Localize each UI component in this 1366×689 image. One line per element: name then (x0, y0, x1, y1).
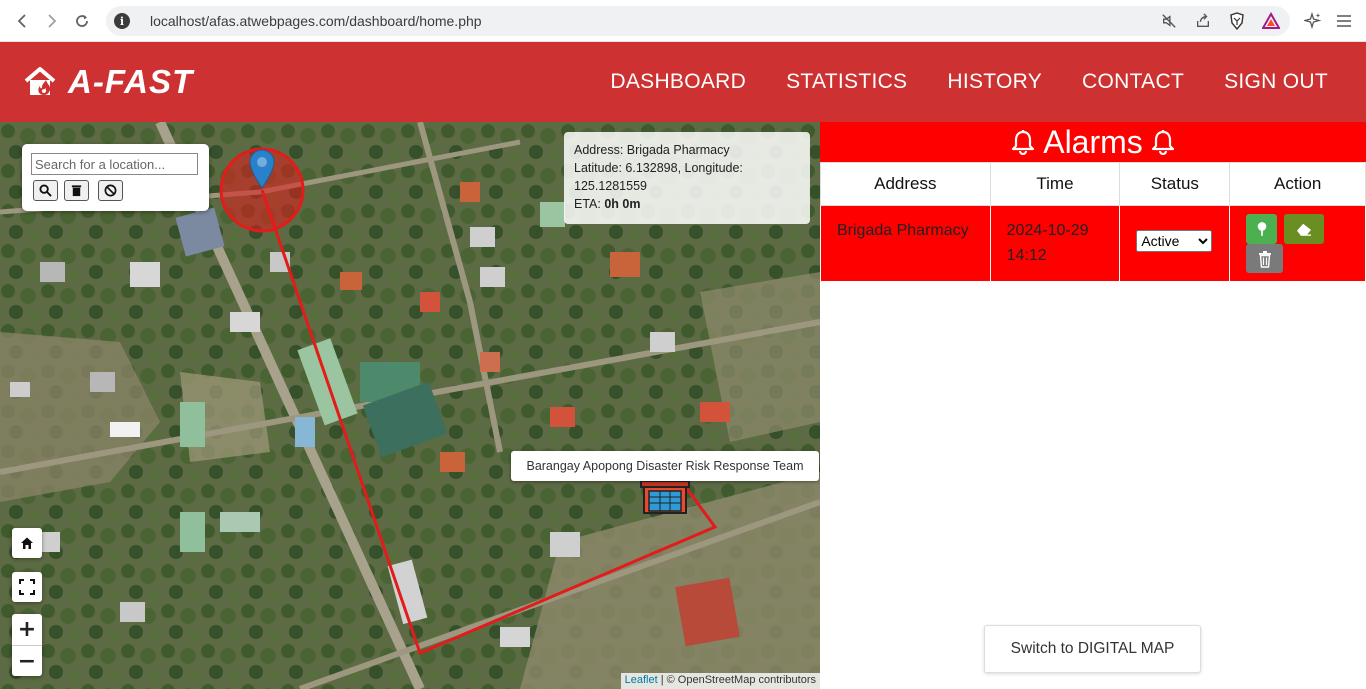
popup-eta-value: 0h 0m (604, 197, 641, 211)
fullscreen-button[interactable] (12, 572, 42, 602)
erase-button[interactable] (1283, 214, 1324, 244)
house-fire-icon (24, 67, 56, 95)
column-header-address: Address (820, 162, 991, 206)
ban-icon (104, 184, 117, 197)
delete-button[interactable] (1246, 244, 1284, 273)
team-tooltip: Barangay Apopong Disaster Risk Response … (511, 451, 819, 481)
mute-icon[interactable] (1160, 12, 1178, 30)
main-nav: DASHBOARD STATISTICS HISTORY CONTACT SIG… (610, 42, 1328, 122)
status-select[interactable]: Active (1136, 230, 1213, 252)
map-pin-icon (1257, 222, 1267, 236)
eraser-icon (1296, 223, 1311, 236)
nav-sign-out[interactable]: SIGN OUT (1224, 70, 1328, 94)
popup-latlng: Latitude: 6.132898, Longitude: 125.12815… (574, 161, 743, 193)
nav-statistics[interactable]: STATISTICS (786, 70, 907, 94)
alarm-address: Brigada Pharmacy (820, 205, 991, 282)
column-header-time: Time (989, 162, 1121, 206)
url-text: localhost/afas.atwebpages.com/dashboard/… (150, 13, 482, 29)
popup-address: Address: Brigada Pharmacy (574, 143, 730, 157)
table-row: Brigada Pharmacy 2024-10-29 14:12 Active (820, 205, 1366, 282)
popup-eta-label: ETA: (574, 197, 605, 211)
zoom-in-button[interactable]: + (12, 614, 42, 645)
alarms-panel: Alarms Address Time Status Action Brigad… (820, 122, 1366, 689)
bell-icon (1151, 130, 1174, 155)
site-info-icon[interactable]: i (114, 13, 130, 29)
back-icon[interactable] (8, 7, 36, 35)
alarm-action-cell (1229, 205, 1366, 282)
nav-contact[interactable]: CONTACT (1082, 70, 1184, 94)
forward-icon[interactable] (38, 7, 66, 35)
trash-icon (1258, 250, 1271, 268)
satellite-map[interactable]: Address: Brigada Pharmacy Latitude: 6.13… (0, 122, 820, 689)
popup-eta: ETA: 0h 0m (574, 195, 800, 213)
clear-search-button[interactable] (64, 180, 89, 201)
nav-history[interactable]: HISTORY (947, 70, 1042, 94)
menu-icon[interactable] (1336, 13, 1352, 33)
leaflet-link[interactable]: Leaflet (625, 674, 658, 686)
home-icon (21, 537, 33, 549)
trash-icon (71, 185, 82, 197)
fullscreen-icon (19, 579, 35, 595)
search-input[interactable] (31, 153, 198, 175)
locate-button[interactable] (1246, 214, 1278, 244)
share-icon[interactable] (1194, 12, 1212, 30)
search-button[interactable] (33, 180, 58, 201)
alarm-status-cell: Active (1119, 205, 1231, 282)
home-button[interactable] (12, 528, 42, 558)
nav-dashboard[interactable]: DASHBOARD (610, 70, 746, 94)
logo-text: A-FAST (68, 63, 194, 100)
cancel-search-button[interactable] (98, 180, 123, 201)
reload-icon[interactable] (68, 7, 96, 35)
location-info-popup: Address: Brigada Pharmacy Latitude: 6.13… (564, 132, 810, 224)
brave-shield-icon[interactable] (1228, 12, 1246, 30)
address-bar[interactable]: i localhost/afas.atwebpages.com/dashboar… (106, 6, 1290, 36)
browser-toolbar: i localhost/afas.atwebpages.com/dashboar… (0, 0, 1366, 42)
alarms-header: Alarms (820, 122, 1366, 162)
app-header: A-FAST DASHBOARD STATISTICS HISTORY CONT… (0, 42, 1366, 122)
leo-ai-icon[interactable] (1302, 11, 1322, 34)
column-header-status: Status (1119, 162, 1231, 206)
location-marker-icon[interactable] (249, 149, 275, 189)
alarm-time: 2024-10-29 14:12 (989, 205, 1121, 282)
logo[interactable]: A-FAST (24, 63, 193, 101)
zoom-control: + − (12, 614, 42, 676)
search-icon (39, 184, 52, 197)
search-panel (22, 144, 209, 211)
switch-map-button[interactable]: Switch to DIGITAL MAP (984, 625, 1201, 673)
map-attribution: Leaflet | © OpenStreetMap contributors (620, 673, 820, 689)
column-header-action: Action (1229, 162, 1366, 206)
alarms-table: Address Time Status Action Brigada Pharm… (820, 162, 1366, 282)
zoom-out-button[interactable]: − (12, 645, 42, 676)
attribution-text: | © OpenStreetMap contributors (657, 674, 816, 686)
bell-icon (1012, 130, 1035, 155)
alarms-title: Alarms (1043, 123, 1143, 160)
fire-station-icon[interactable] (640, 477, 690, 515)
brave-rewards-icon[interactable] (1262, 12, 1280, 30)
